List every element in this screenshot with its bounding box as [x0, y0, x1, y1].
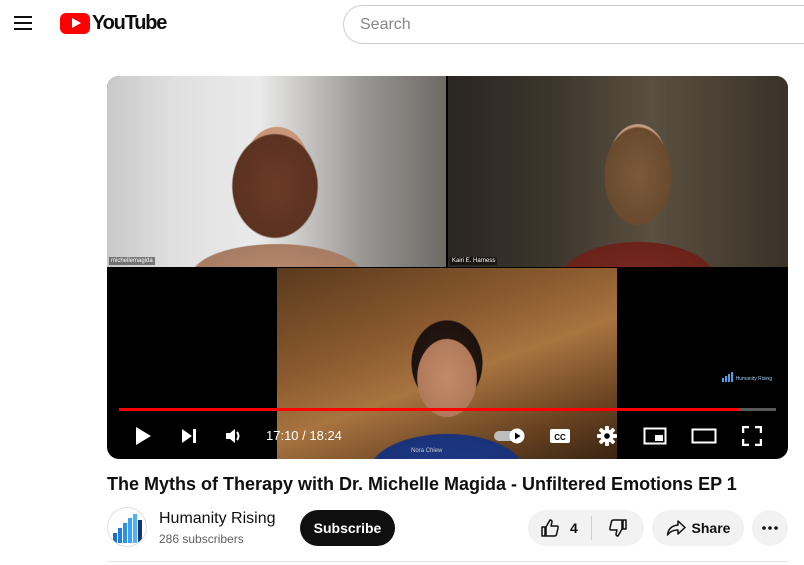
like-button[interactable]: 4: [528, 510, 591, 546]
share-button[interactable]: Share: [652, 510, 744, 546]
like-dislike-group: 4: [528, 510, 644, 546]
next-icon[interactable]: [177, 424, 201, 448]
dislike-button[interactable]: [592, 510, 644, 546]
search-input[interactable]: [344, 6, 804, 43]
time-display: 17:10 / 18:24: [266, 428, 342, 443]
section-divider: [107, 561, 788, 565]
video-title: The Myths of Therapy with Dr. Michelle M…: [107, 474, 737, 494]
more-horizontal-icon: [762, 526, 778, 530]
watermark-text: Humanity Rising: [735, 376, 772, 382]
more-actions-button[interactable]: [752, 510, 788, 546]
volume-icon[interactable]: [222, 424, 246, 448]
subscribe-button[interactable]: Subscribe: [300, 510, 395, 546]
channel-logo-icon: [113, 514, 142, 543]
progress-bar[interactable]: [119, 408, 776, 411]
channel-watermark: Humanity Rising: [721, 372, 772, 382]
participant-tile-2: Kairi E. Harness: [448, 76, 788, 267]
participant-name-label: michellemagida: [109, 257, 155, 265]
channel-name[interactable]: Humanity Rising: [159, 510, 275, 528]
participant-name-label: Kairi E. Harness: [450, 257, 498, 265]
participant-tile-1: michellemagida: [107, 76, 446, 267]
hamburger-menu-icon[interactable]: [14, 14, 36, 32]
like-count: 4: [570, 520, 578, 536]
miniplayer-icon[interactable]: [643, 424, 667, 448]
play-icon[interactable]: [131, 424, 155, 448]
channel-avatar[interactable]: [107, 507, 147, 547]
progress-bar-fill: [119, 408, 739, 411]
svg-text:CC: CC: [554, 433, 566, 442]
logo-text: YouTube: [92, 12, 167, 34]
share-label: Share: [691, 520, 731, 536]
thumbs-down-icon: [609, 519, 627, 537]
thumbs-up-icon: [541, 519, 559, 537]
settings-gear-icon[interactable]: [595, 424, 619, 448]
theater-mode-icon[interactable]: [691, 424, 717, 448]
video-player[interactable]: michellemagida Kairi E. Harness Nora Chi…: [107, 76, 788, 459]
subscriber-count: 286 subscribers: [159, 532, 244, 546]
fullscreen-icon[interactable]: [740, 424, 764, 448]
player-controls: 17:10 / 18:24 CC: [107, 416, 788, 456]
youtube-play-logo-icon: [60, 13, 90, 34]
autoplay-toggle-icon[interactable]: [492, 424, 528, 448]
share-arrow-icon: [666, 520, 686, 536]
captions-icon[interactable]: CC: [548, 424, 572, 448]
search-box[interactable]: [343, 5, 804, 44]
youtube-logo[interactable]: YouTube: [60, 12, 167, 35]
